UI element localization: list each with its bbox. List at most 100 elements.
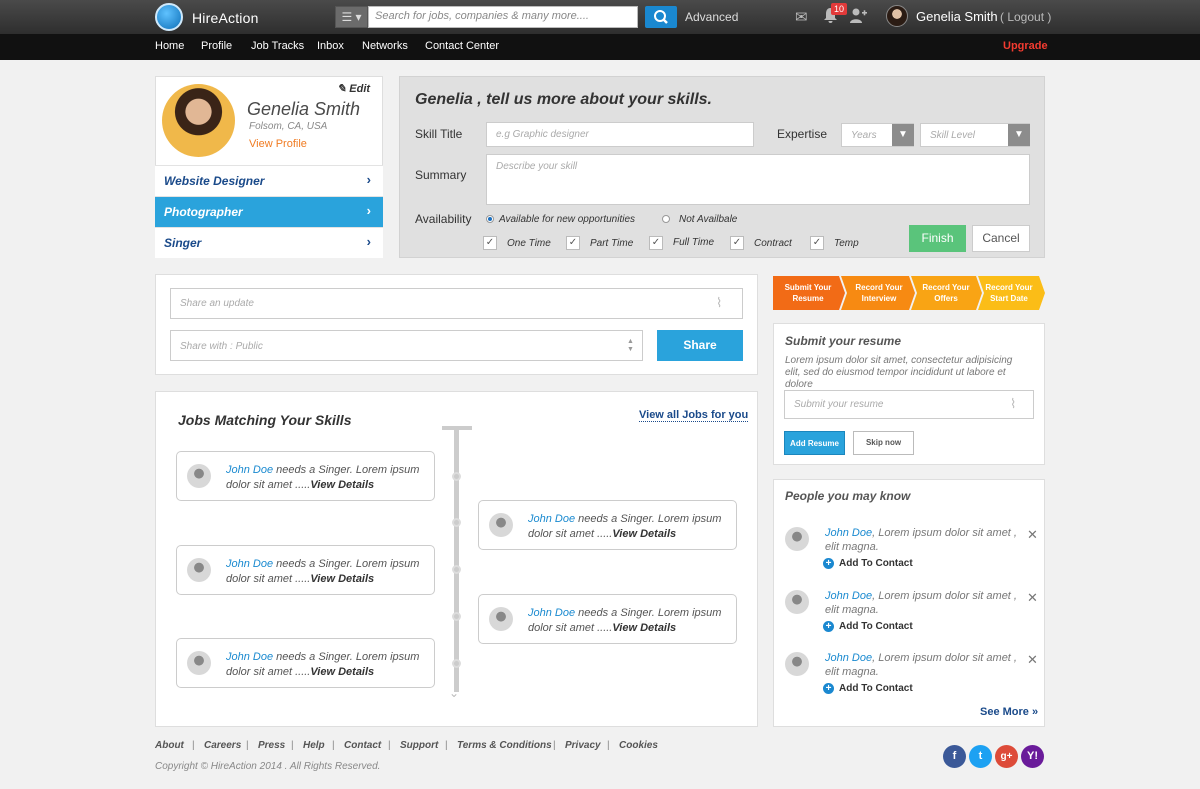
view-details-link[interactable]: View Details — [310, 573, 374, 585]
search-input[interactable]: Search for jobs, companies & many more..… — [368, 6, 638, 28]
radio-available-label: Available for new opportunities — [499, 214, 636, 225]
resume-input[interactable]: Submit your resume — [784, 390, 1034, 419]
share-update-input[interactable]: Share an update — [170, 288, 743, 319]
avatar — [187, 558, 211, 582]
user-name[interactable]: Genelia Smith — [916, 9, 998, 24]
footer-link-privacy[interactable]: Privacy — [565, 740, 601, 751]
job-poster-name[interactable]: John Doe — [226, 651, 273, 663]
google-plus-icon[interactable]: g+ — [995, 745, 1018, 768]
upgrade-link[interactable]: Upgrade — [1003, 40, 1048, 52]
timeline-dot — [452, 612, 461, 621]
mail-icon[interactable]: ✉ — [795, 8, 808, 26]
person-name[interactable]: John Doe — [825, 590, 872, 602]
avatar — [785, 527, 809, 551]
see-more-link[interactable]: See More » — [980, 706, 1038, 718]
checkbox-contract[interactable]: ✓ — [730, 236, 744, 250]
close-icon[interactable]: ✕ — [1027, 527, 1038, 543]
nav-networks[interactable]: Networks — [362, 40, 408, 52]
view-details-link[interactable]: View Details — [612, 528, 676, 540]
step-record-interview[interactable]: Record Your Interview — [848, 276, 910, 310]
yahoo-icon[interactable]: Y! — [1021, 745, 1044, 768]
role-photographer[interactable]: Photographer › — [155, 196, 383, 227]
person-name[interactable]: John Doe — [825, 652, 872, 664]
footer-link-cookies[interactable]: Cookies — [619, 740, 658, 751]
avatar — [785, 590, 809, 614]
checkbox-one-time[interactable]: ✓ — [483, 236, 497, 250]
cancel-button[interactable]: Cancel — [972, 225, 1030, 252]
paperclip-icon[interactable]: ⌇ — [1010, 396, 1016, 412]
add-user-icon[interactable] — [849, 7, 867, 28]
nav-profile[interactable]: Profile — [201, 40, 232, 52]
stepper-icon[interactable]: ▲ ▼ — [627, 338, 634, 354]
job-poster-name[interactable]: John Doe — [226, 464, 273, 476]
checkbox-temp-label: Temp — [834, 238, 859, 249]
add-to-contact-button[interactable]: + Add To Contact — [823, 558, 913, 569]
chevron-down-icon[interactable]: ▼ — [1008, 124, 1030, 146]
user-avatar[interactable] — [886, 5, 908, 27]
footer-link-terms[interactable]: Terms & Conditions — [457, 740, 552, 751]
paperclip-icon[interactable]: ⌇ — [716, 295, 722, 311]
search-category-menu-icon[interactable]: ☰ ▾ — [335, 6, 368, 28]
checkbox-full-time[interactable]: ✓ — [649, 236, 663, 250]
footer-link-contact[interactable]: Contact — [344, 740, 381, 751]
add-resume-button[interactable]: Add Resume — [784, 431, 845, 455]
step-submit-resume[interactable]: Submit Your Resume — [777, 276, 839, 310]
footer-link-press[interactable]: Press — [258, 740, 285, 751]
view-all-jobs-link[interactable]: View all Jobs for you — [639, 409, 749, 422]
job-item[interactable]: John Doe needs a Singer. Lorem ipsum dol… — [478, 500, 737, 550]
job-poster-name[interactable]: John Doe — [528, 513, 575, 525]
step-record-start-date[interactable]: Record Your Start Date — [980, 276, 1038, 310]
role-singer[interactable]: Singer › — [155, 227, 383, 258]
footer-link-support[interactable]: Support — [400, 740, 438, 751]
role-website-designer[interactable]: Website Designer › — [155, 165, 383, 196]
advanced-search-link[interactable]: Advanced — [685, 10, 738, 24]
job-poster-name[interactable]: John Doe — [226, 558, 273, 570]
person-item: John Doe, Lorem ipsum dolor sit amet , e… — [825, 652, 1017, 678]
radio-not-available[interactable] — [662, 215, 670, 223]
chevron-down-icon[interactable]: ▼ — [892, 124, 914, 146]
add-to-contact-button[interactable]: + Add To Contact — [823, 683, 913, 694]
logo-icon[interactable] — [155, 3, 183, 31]
notification-badge: 10 — [831, 3, 848, 15]
profile-name: Genelia Smith — [247, 99, 361, 119]
nav-contact-center[interactable]: Contact Center — [425, 40, 499, 52]
footer-link-about[interactable]: About — [155, 740, 184, 751]
step-record-offers[interactable]: Record Your Offers — [915, 276, 977, 310]
logout-link[interactable]: ( Logout ) — [1000, 10, 1051, 24]
nav-job-tracks[interactable]: Job Tracks — [251, 40, 304, 52]
skip-now-button[interactable]: Skip now — [853, 431, 914, 455]
twitter-icon[interactable]: t — [969, 745, 992, 768]
summary-textarea[interactable]: Describe your skill — [486, 154, 1030, 205]
finish-button[interactable]: Finish — [909, 225, 966, 252]
view-details-link[interactable]: View Details — [310, 666, 374, 678]
view-profile-link[interactable]: View Profile — [249, 138, 307, 150]
close-icon[interactable]: ✕ — [1027, 652, 1038, 668]
checkbox-temp[interactable]: ✓ — [810, 236, 824, 250]
search-button[interactable] — [645, 6, 677, 28]
checkbox-part-time[interactable]: ✓ — [566, 236, 580, 250]
job-item[interactable]: John Doe needs a Singer. Lorem ipsum dol… — [176, 638, 435, 688]
add-to-contact-button[interactable]: + Add To Contact — [823, 621, 913, 632]
view-details-link[interactable]: View Details — [310, 479, 374, 491]
nav-home[interactable]: Home — [155, 40, 184, 52]
job-item[interactable]: John Doe needs a Singer. Lorem ipsum dol… — [478, 594, 737, 644]
skill-title-input[interactable]: e.g Graphic designer — [486, 122, 754, 147]
radio-available[interactable] — [486, 215, 494, 223]
footer-link-careers[interactable]: Careers — [204, 740, 241, 751]
edit-profile-button[interactable]: ✎ Edit — [337, 82, 370, 95]
share-button[interactable]: Share — [657, 330, 743, 361]
job-item[interactable]: John Doe needs a Singer. Lorem ipsum dol… — [176, 451, 435, 501]
footer-separator: | — [246, 740, 249, 751]
job-poster-name[interactable]: John Doe — [528, 607, 575, 619]
profile-location: Folsom, CA, USA — [249, 121, 328, 132]
facebook-icon[interactable]: f — [943, 745, 966, 768]
close-icon[interactable]: ✕ — [1027, 590, 1038, 606]
brand-name[interactable]: HireAction — [192, 10, 259, 26]
person-name[interactable]: John Doe — [825, 527, 872, 539]
job-item[interactable]: John Doe needs a Singer. Lorem ipsum dol… — [176, 545, 435, 595]
footer-link-help[interactable]: Help — [303, 740, 325, 751]
resume-description: Lorem ipsum dolor sit amet, consectetur … — [785, 355, 1013, 390]
view-details-link[interactable]: View Details — [612, 622, 676, 634]
nav-inbox[interactable]: Inbox — [317, 40, 344, 52]
share-with-select[interactable]: Share with : Public — [170, 330, 643, 361]
